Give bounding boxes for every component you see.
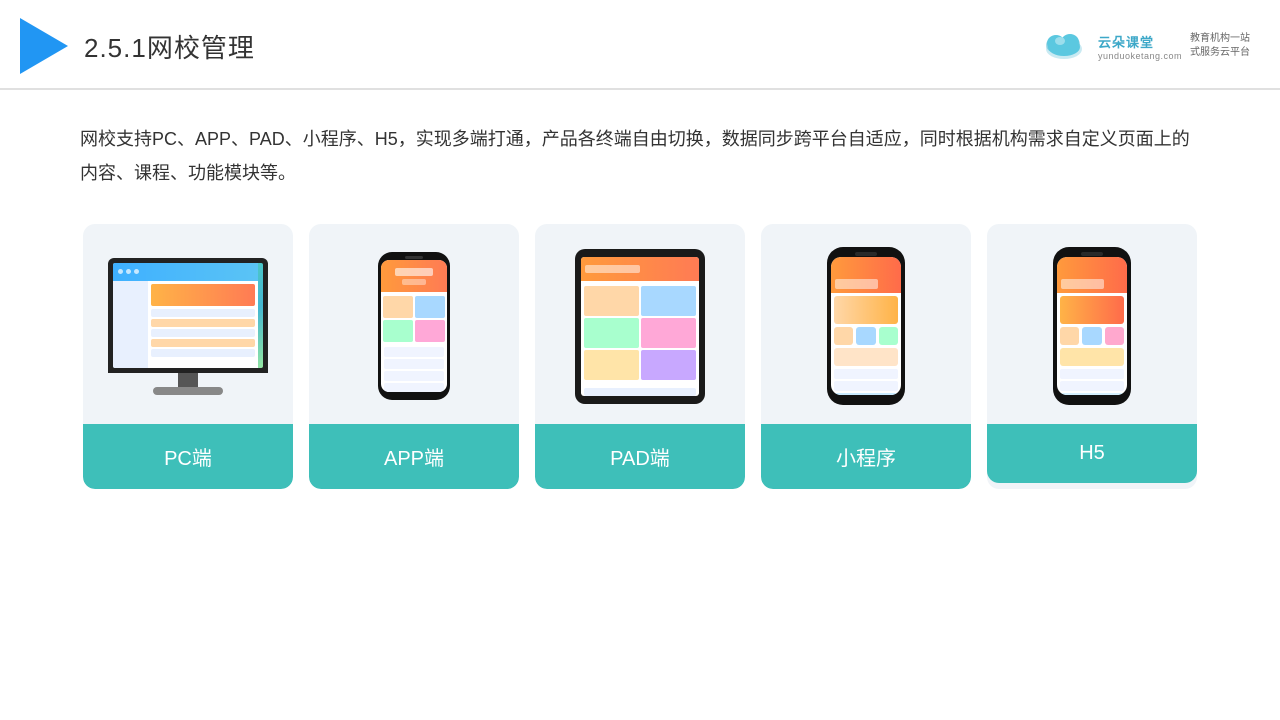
pc-main xyxy=(148,281,258,368)
grid-item-3 xyxy=(383,320,413,342)
content-row-3 xyxy=(151,329,255,337)
list-item-2 xyxy=(384,359,444,369)
list-item-3 xyxy=(384,371,444,381)
app-grid xyxy=(381,294,447,344)
mini-highlight-1 xyxy=(834,348,898,366)
mini-screen xyxy=(831,257,901,395)
mini-icon-3 xyxy=(879,327,898,345)
pad-card-5 xyxy=(584,350,639,380)
card-label-pad: PAD端 xyxy=(535,424,745,489)
header-right: 云朵课堂 yunduoketang.com 教育机构一站 式服务云平台 xyxy=(1038,29,1250,63)
mini-highlight-2 xyxy=(834,393,898,395)
brand-domain: yunduoketang.com xyxy=(1098,51,1182,61)
mini-icons xyxy=(834,327,898,345)
brand-tagline: 教育机构一站 式服务云平台 xyxy=(1190,32,1250,60)
card-pc: PC端 xyxy=(83,224,293,489)
h5-highlight-1 xyxy=(1060,348,1124,366)
dot3 xyxy=(134,269,139,274)
logo-icon xyxy=(20,18,68,74)
card-image-app xyxy=(309,224,519,424)
mini-header xyxy=(831,257,901,293)
platform-cards: PC端 xyxy=(0,224,1280,489)
content-row-2 xyxy=(151,319,255,327)
monitor-screen-outer xyxy=(108,258,268,373)
mini-phone-mockup xyxy=(827,247,905,405)
pad-screen xyxy=(581,257,699,396)
card-image-h5 xyxy=(987,224,1197,424)
dot1 xyxy=(118,269,123,274)
content-row-5 xyxy=(151,349,255,357)
brand-logo-icon xyxy=(1038,29,1090,63)
pc-mockup xyxy=(108,258,268,395)
content-block-1 xyxy=(151,284,255,306)
pad-card-2 xyxy=(641,286,696,316)
mini-icon-1 xyxy=(834,327,853,345)
h5-header-text xyxy=(1061,279,1104,289)
description-text: 网校支持PC、APP、PAD、小程序、H5，实现多端打通，产品各终端自由切换，数… xyxy=(0,90,1280,214)
card-h5: H5 xyxy=(987,224,1197,489)
card-image-pad xyxy=(535,224,745,424)
app-header xyxy=(381,260,447,292)
mini-icon-2 xyxy=(856,327,875,345)
card-label-h5: H5 xyxy=(987,424,1197,483)
pad-mockup xyxy=(575,249,705,404)
h5-banner xyxy=(1060,296,1124,324)
h5-phone-mockup xyxy=(1053,247,1131,405)
pad-content xyxy=(581,283,699,383)
h5-screen xyxy=(1057,257,1127,395)
pad-card-4 xyxy=(641,318,696,348)
mini-row-1 xyxy=(834,369,898,379)
header-left: 2.5.1网校管理 xyxy=(20,18,255,74)
monitor-base xyxy=(153,387,223,395)
pc-sidebar xyxy=(113,281,148,368)
monitor-neck xyxy=(178,373,198,387)
app-phone-screen xyxy=(381,260,447,392)
app-list xyxy=(381,344,447,392)
grid-item-4 xyxy=(415,320,445,342)
mini-body xyxy=(831,293,901,395)
brand-name: 云朵课堂 xyxy=(1098,32,1182,51)
page-title: 2.5.1网校管理 xyxy=(84,28,255,65)
content-row-4 xyxy=(151,339,255,347)
h5-row-2 xyxy=(1060,381,1124,391)
pad-row-1 xyxy=(584,388,696,396)
card-label-pc: PC端 xyxy=(83,424,293,489)
mini-banner xyxy=(834,296,898,324)
card-miniprogram: 小程序 xyxy=(761,224,971,489)
pad-card-3 xyxy=(584,318,639,348)
header: 2.5.1网校管理 云朵课堂 yunduoketang.com 教育机构一站 式… xyxy=(0,0,1280,90)
card-image-pc xyxy=(83,224,293,424)
h5-icon-2 xyxy=(1082,327,1101,345)
grid-item-1 xyxy=(383,296,413,318)
mini-row-2 xyxy=(834,381,898,391)
pad-card-6 xyxy=(641,350,696,380)
h5-icons xyxy=(1060,327,1124,345)
pc-screen-content xyxy=(113,263,258,368)
list-item-4 xyxy=(384,383,444,392)
list-item-1 xyxy=(384,347,444,357)
pad-list xyxy=(581,385,699,396)
h5-body xyxy=(1057,293,1127,395)
pad-card-1 xyxy=(584,286,639,316)
card-label-mini: 小程序 xyxy=(761,424,971,489)
content-row-1 xyxy=(151,309,255,317)
brand-text: 云朵课堂 yunduoketang.com xyxy=(1098,32,1182,61)
mini-header-text xyxy=(835,279,878,289)
card-pad: PAD端 xyxy=(535,224,745,489)
h5-row-1 xyxy=(1060,369,1124,379)
card-app: APP端 xyxy=(309,224,519,489)
dot2 xyxy=(126,269,131,274)
app-phone-mockup xyxy=(378,252,450,400)
pc-topbar xyxy=(113,263,258,281)
h5-highlight-2 xyxy=(1060,393,1124,395)
monitor-screen-inner xyxy=(113,263,263,368)
card-image-mini xyxy=(761,224,971,424)
grid-item-2 xyxy=(415,296,445,318)
h5-header xyxy=(1057,257,1127,293)
h5-icon-3 xyxy=(1105,327,1124,345)
h5-icon-1 xyxy=(1060,327,1079,345)
card-label-app: APP端 xyxy=(309,424,519,489)
pad-header xyxy=(581,257,699,281)
